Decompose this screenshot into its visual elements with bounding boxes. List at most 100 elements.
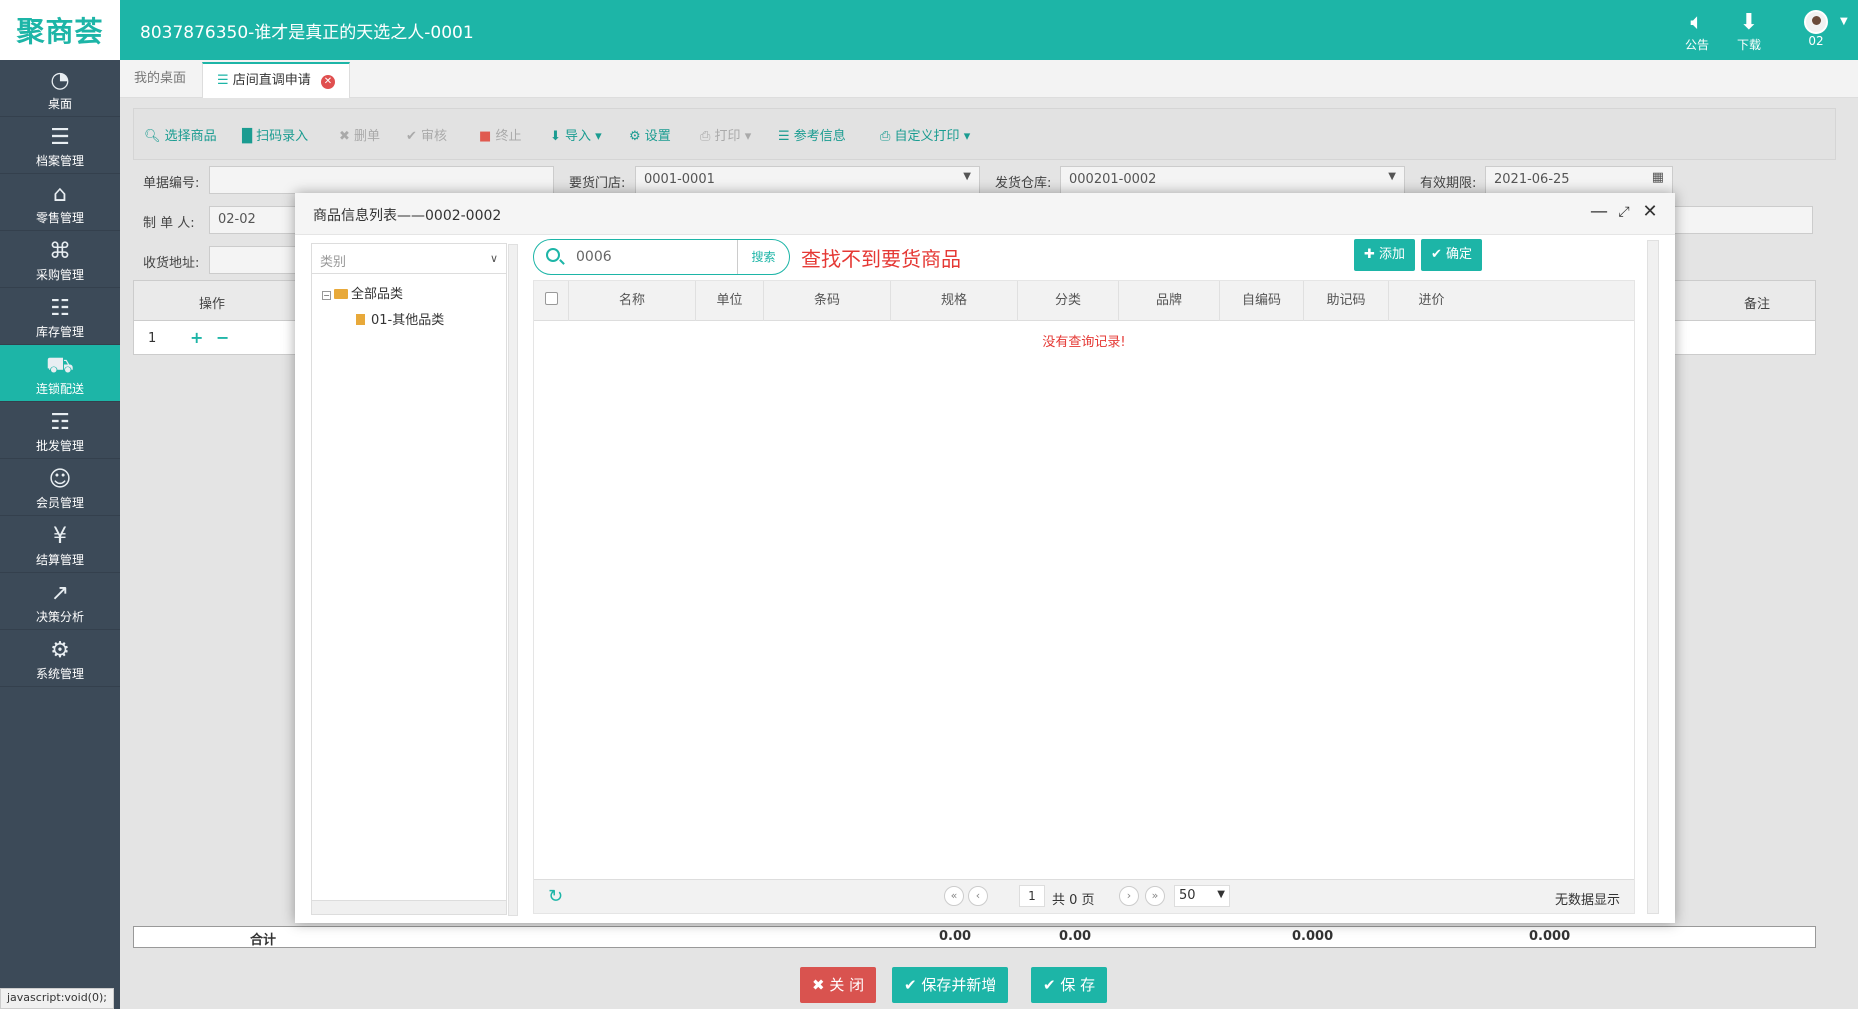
- archive-icon: ☰: [50, 125, 70, 150]
- tab-store-transfer[interactable]: ☰ 店间直调申请 ✕: [202, 62, 350, 98]
- notice-button[interactable]: 🔈︎ 公告: [1672, 10, 1722, 54]
- delete-label: 删单: [354, 129, 381, 144]
- close-icon[interactable]: ✕: [320, 75, 335, 89]
- import-button[interactable]: ⬇ 导入 ▾: [550, 125, 602, 144]
- tree-node-child[interactable]: 01-其他品类: [322, 308, 444, 334]
- column-header[interactable]: 进价: [1389, 281, 1474, 321]
- page-size-value: 50: [1179, 888, 1196, 903]
- sidebar-item-desktop[interactable]: ◔ 桌面: [0, 60, 120, 117]
- sidebar-item-archive[interactable]: ☰ 档案管理: [0, 117, 120, 174]
- download-button[interactable]: ⬇︎ 下载: [1724, 10, 1774, 54]
- column-header[interactable]: 单位: [696, 281, 764, 321]
- sidebar-item-analysis[interactable]: ↗ 决策分析: [0, 573, 120, 630]
- next-page-icon[interactable]: ›: [1119, 886, 1139, 906]
- column-header[interactable]: 助记码: [1304, 281, 1389, 321]
- calendar-icon[interactable]: ▦: [1652, 170, 1664, 185]
- expiry-date-field[interactable]: 2021-06-25 ▦: [1485, 166, 1673, 194]
- tab-my-desktop[interactable]: 我的桌面: [120, 62, 200, 98]
- collapse-icon[interactable]: −: [322, 291, 331, 300]
- doc-no-field[interactable]: [209, 166, 554, 194]
- select-all-checkbox[interactable]: [545, 292, 558, 305]
- req-store-select[interactable]: 0001-0001 ▼: [635, 166, 980, 194]
- horizontal-scrollbar[interactable]: [312, 900, 506, 914]
- logo[interactable]: 聚商荟: [0, 0, 120, 60]
- prev-page-icon[interactable]: ‹: [968, 886, 988, 906]
- settings-button[interactable]: ⚙ 设置: [629, 125, 671, 144]
- add-button-label: 添加: [1379, 247, 1406, 262]
- sidebar-item-label: 零售管理: [35, 211, 84, 225]
- toolbar: 🔍︎ 选择商品 █ 扫码录入 ✖ 删单 ✔ 审核 ■ 终止 ⬇ 导入 ▾ ⚙ 设…: [133, 108, 1836, 160]
- sidebar-item-purchase[interactable]: ⌘ 采购管理: [0, 231, 120, 288]
- delete-button[interactable]: ✖ 删单: [339, 125, 380, 144]
- sidebar-item-label: 连锁配送: [35, 382, 84, 396]
- summary-value: 0.00: [1059, 929, 1092, 944]
- form-row-1: 单据编号: 要货门店: 0001-0001 ▼ 发货仓库: 000201-0002…: [133, 164, 1836, 196]
- search-input[interactable]: [576, 246, 736, 268]
- select-goods-button[interactable]: 🔍︎ 选择商品: [144, 125, 217, 144]
- sidebar-item-system[interactable]: ⚙ 系统管理: [0, 630, 120, 687]
- last-page-icon[interactable]: »: [1145, 886, 1165, 906]
- summary-label: 合计: [250, 933, 277, 948]
- no-data-text: 无数据显示: [1554, 893, 1620, 908]
- status-bar-link: javascript:void(0);: [0, 988, 114, 1009]
- category-tree: − 全部品类 01-其他品类: [322, 282, 444, 334]
- column-header[interactable]: 规格: [891, 281, 1018, 321]
- close-icon[interactable]: ✕: [1639, 201, 1661, 222]
- custom-print-button[interactable]: ⎙ 自定义打印 ▾: [880, 125, 970, 144]
- select-all-cell: [534, 281, 569, 321]
- refresh-icon[interactable]: ↻: [548, 886, 563, 907]
- modal-vertical-scrollbar[interactable]: [1647, 240, 1659, 914]
- save-button[interactable]: ✔ 保 存: [1031, 967, 1108, 1003]
- tree-node-root[interactable]: − 全部品类: [322, 282, 444, 308]
- stop-button[interactable]: ■ 终止: [479, 125, 521, 144]
- stop-label: 终止: [495, 129, 522, 144]
- remove-row-icon[interactable]: −: [216, 328, 229, 347]
- ship-warehouse-value: 000201-0002: [1069, 172, 1157, 187]
- chevron-down-icon[interactable]: ▼: [1840, 16, 1848, 27]
- sidebar-item-label: 桌面: [47, 97, 72, 111]
- address-field[interactable]: [209, 246, 299, 274]
- summary-value: 0.000: [1292, 929, 1334, 944]
- add-button[interactable]: ✚ 添加: [1354, 239, 1416, 271]
- column-header[interactable]: 名称: [569, 281, 696, 321]
- scan-entry-label: 扫码录入: [256, 129, 309, 144]
- sidebar-item-wholesale[interactable]: ☶ 批发管理: [0, 402, 120, 459]
- ship-warehouse-select[interactable]: 000201-0002 ▼: [1060, 166, 1405, 194]
- minimize-icon[interactable]: —: [1588, 201, 1610, 222]
- user-menu[interactable]: 02: [1791, 10, 1841, 54]
- category-select[interactable]: 类别 ∨: [312, 244, 506, 274]
- top-bar: 聚商荟 8037876350-谁才是真正的天选之人-0001 🔈︎ 公告 ⬇︎ …: [0, 0, 1858, 60]
- column-header[interactable]: 自编码: [1220, 281, 1304, 321]
- save-and-new-button[interactable]: ✔ 保存并新增: [892, 967, 1009, 1003]
- first-page-icon[interactable]: «: [944, 886, 964, 906]
- audit-button[interactable]: ✔ 审核: [406, 125, 447, 144]
- sidebar-item-member[interactable]: ☺ 会员管理: [0, 459, 120, 516]
- sidebar-item-settlement[interactable]: ¥ 结算管理: [0, 516, 120, 573]
- vertical-scrollbar[interactable]: [508, 244, 518, 916]
- ship-warehouse-label: 发货仓库:: [995, 176, 1052, 191]
- page-size-select[interactable]: 50 ▼: [1174, 885, 1230, 907]
- sidebar-item-distribution[interactable]: ⛟ 连锁配送: [0, 345, 120, 402]
- settlement-icon: ¥: [53, 524, 67, 549]
- search-button[interactable]: 搜索: [737, 240, 789, 274]
- download-icon: ⬇︎: [1739, 10, 1759, 35]
- total-pages-text: 共 0 页: [1052, 893, 1095, 908]
- user-label: 02: [1808, 34, 1824, 48]
- column-header[interactable]: 分类: [1018, 281, 1119, 321]
- confirm-button[interactable]: ✔ 确定: [1421, 239, 1483, 271]
- page-number-input[interactable]: 1: [1019, 885, 1045, 907]
- summary-row: 合计 0.00 0.00 0.000 0.000: [133, 926, 1816, 948]
- scan-entry-button[interactable]: █ 扫码录入: [242, 125, 308, 144]
- close-button[interactable]: ✖ 关 闭: [800, 967, 877, 1003]
- print-button[interactable]: ⎙ 打印 ▾: [700, 125, 751, 144]
- sidebar-item-retail[interactable]: ⌂ 零售管理: [0, 174, 120, 231]
- sidebar-item-inventory[interactable]: ☷ 库存管理: [0, 288, 120, 345]
- reference-info-button[interactable]: ☰ 参考信息: [778, 125, 846, 144]
- folder-open-icon: [334, 289, 348, 299]
- sidebar-item-label: 决策分析: [35, 610, 84, 624]
- select-goods-label: 选择商品: [164, 129, 217, 144]
- add-row-icon[interactable]: +: [190, 328, 203, 347]
- maximize-icon[interactable]: ⤢: [1613, 204, 1635, 220]
- column-header[interactable]: 品牌: [1119, 281, 1220, 321]
- column-header[interactable]: 条码: [764, 281, 891, 321]
